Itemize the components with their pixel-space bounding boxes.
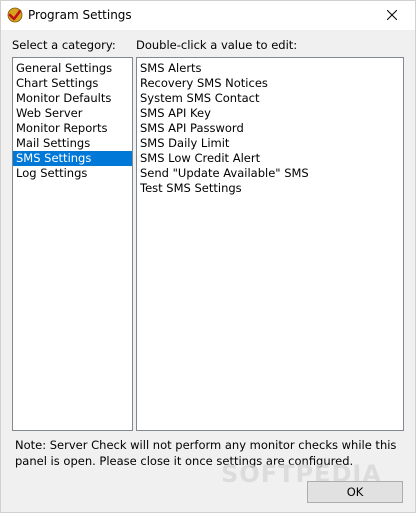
setting-value-item[interactable]: SMS Low Credit Alert [137, 151, 403, 166]
setting-value-item[interactable]: SMS API Key [137, 106, 403, 121]
ok-button[interactable]: OK [307, 481, 403, 503]
setting-value-item[interactable]: Recovery SMS Notices [137, 76, 403, 91]
setting-value-item[interactable]: Send "Update Available" SMS [137, 166, 403, 181]
category-item[interactable]: General Settings [13, 61, 132, 76]
category-item[interactable]: Chart Settings [13, 76, 132, 91]
close-button[interactable] [369, 1, 415, 30]
setting-value-item[interactable]: Test SMS Settings [137, 181, 403, 196]
category-item[interactable]: Web Server [13, 106, 132, 121]
values-listbox[interactable]: SMS Alerts Recovery SMS Notices System SMS… [136, 57, 404, 431]
category-item[interactable]: Log Settings [13, 166, 132, 181]
title-bar[interactable]: Program Settings [1, 1, 415, 30]
category-listbox[interactable]: General Settings Chart Settings Monitor De… [12, 57, 133, 431]
dialog-body: Select a category: Double-click a value … [1, 30, 415, 512]
close-icon [386, 9, 398, 23]
category-item[interactable]: Mail Settings [13, 136, 132, 151]
server-check-icon [7, 7, 23, 23]
window-title: Program Settings [28, 8, 132, 22]
values-label: Double-click a value to edit: [136, 38, 298, 52]
setting-value-item[interactable]: System SMS Contact [137, 91, 403, 106]
program-settings-window: Program Settings Select a category: Doub… [0, 0, 416, 513]
category-item[interactable]: SMS Settings [13, 151, 132, 166]
setting-value-item[interactable]: SMS Daily Limit [137, 136, 403, 151]
category-item[interactable]: Monitor Defaults [13, 91, 132, 106]
category-label: Select a category: [12, 38, 116, 52]
category-item[interactable]: Monitor Reports [13, 121, 132, 136]
setting-value-item[interactable]: SMS Alerts [137, 61, 403, 76]
setting-value-item[interactable]: SMS API Password [137, 121, 403, 136]
